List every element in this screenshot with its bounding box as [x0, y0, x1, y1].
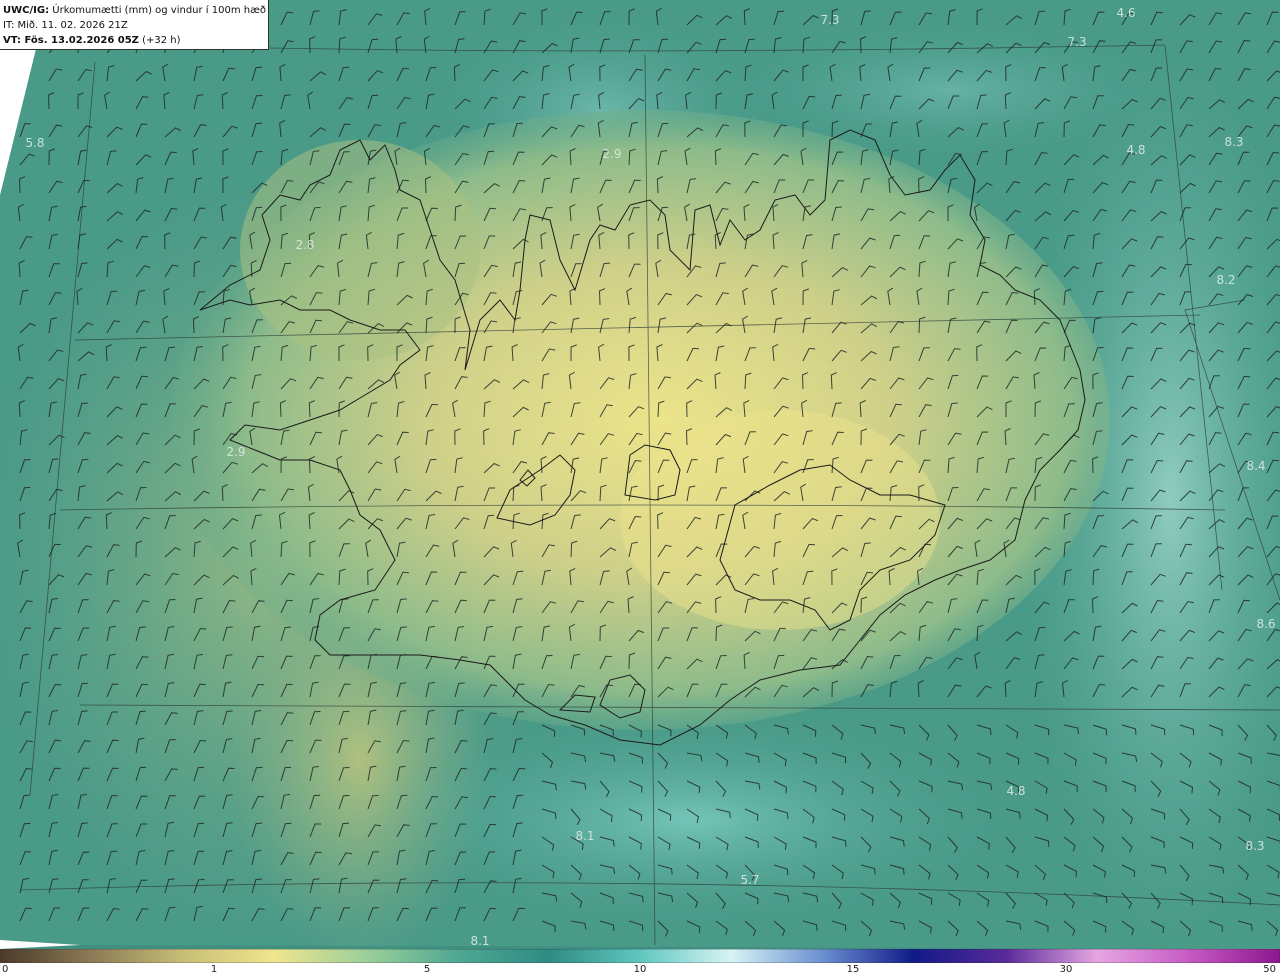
field-value-label: 8.1	[470, 934, 489, 948]
field-value-label: 8.1	[575, 829, 594, 843]
field-value-label: 4.8	[1006, 784, 1025, 798]
field-value-label: 5.8	[25, 136, 44, 150]
colorbar-tick-label: 50	[1263, 964, 1276, 975]
model-code: UWC/IG:	[3, 5, 50, 16]
forecast-lead: (+32 h)	[138, 35, 181, 46]
map-domain	[0, 0, 1280, 949]
field-value-label: 2.9	[226, 445, 245, 459]
colorbar-gradient	[0, 949, 1280, 963]
colorbar-tick-label: 10	[633, 964, 647, 975]
colorbar-tick-label: 30	[1059, 964, 1073, 975]
field-value-label: 4.6	[1116, 6, 1135, 20]
field-value-label: 8.2	[1216, 273, 1235, 287]
field-value-label: 8.3	[1245, 839, 1264, 853]
colorbar-tick-label: 15	[846, 964, 860, 975]
map-header: UWC/IG: Úrkomumætti (mm) og vindur í 100…	[0, 0, 269, 50]
field-value-label: 2.9	[602, 147, 621, 161]
precipitation-wind-map: 7.3 4.6 7.3 5.8 2.9 4.8 8.3 2.8 8.2 2.9 8.4 8.6 4.8 8…	[0, 0, 1280, 949]
valid-time-line: VT: Fös. 13.02.2026 05Z (+32 h)	[3, 33, 268, 48]
field-value-label: 8.4	[1246, 459, 1265, 473]
field-value-label: 7.3	[820, 13, 839, 27]
field-value-label: 8.6	[1256, 617, 1275, 631]
map-viewer: 7.3 4.6 7.3 5.8 2.9 4.8 8.3 2.8 8.2 2.9 8.4 8.6 4.8 8…	[0, 0, 1280, 978]
field-value-label: 2.8	[295, 238, 314, 252]
colorbar-tick-label: 1	[210, 964, 218, 975]
valid-time: VT: Fös. 13.02.2026 05Z	[3, 35, 139, 46]
colorbar-tick-label: 0	[2, 964, 9, 975]
field-value-label: 8.3	[1224, 135, 1243, 149]
field-description: Úrkomumætti (mm) og vindur í 100m hæð	[49, 5, 267, 16]
field-value-label: 7.3	[1067, 35, 1086, 49]
field-value-label: 4.8	[1126, 143, 1145, 157]
colorbar-tick-label: 5	[423, 964, 431, 975]
initial-time: IT: Mið. 11. 02. 2026 21Z	[3, 20, 128, 31]
colorbar: 0 1 5 10 15 30 50	[0, 949, 1280, 978]
title-line: UWC/IG: Úrkomumætti (mm) og vindur í 100…	[3, 3, 268, 18]
field-value-label: 5.7	[740, 873, 759, 887]
